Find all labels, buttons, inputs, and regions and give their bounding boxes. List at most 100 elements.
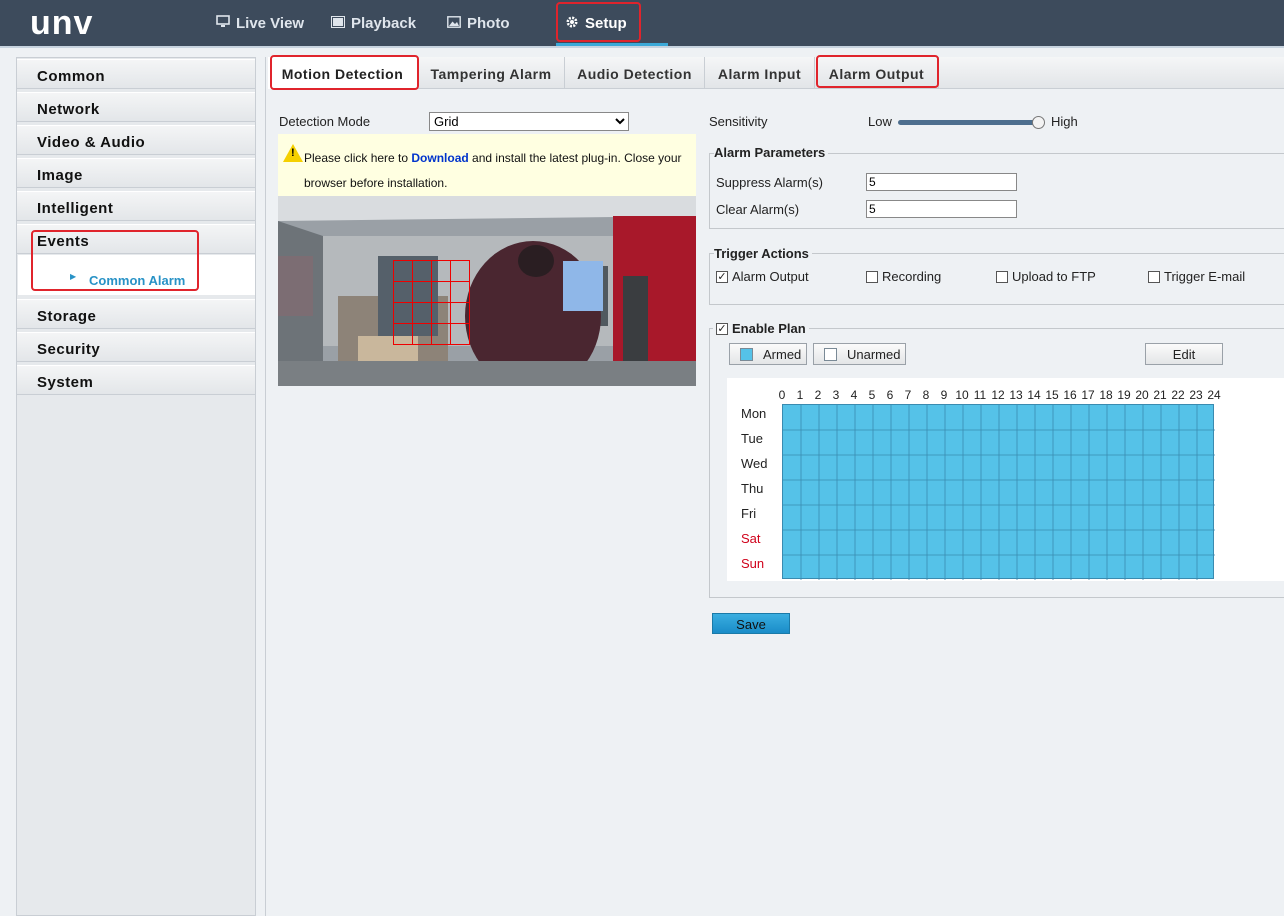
schedule-hour-label: 19 (1117, 388, 1131, 402)
unarmed-label: Unarmed (847, 347, 901, 362)
trigger-email-checkbox[interactable] (1148, 271, 1160, 283)
detection-mode-select[interactable]: Grid (429, 112, 629, 131)
schedule-hour-label: 10 (955, 388, 969, 402)
highlight-motion-detection (270, 55, 419, 90)
sidebar-item-system[interactable]: System (17, 365, 255, 395)
armed-swatch (740, 348, 753, 361)
monitor-icon (216, 15, 230, 31)
plugin-notice: ! Please click here to Download and inst… (278, 134, 696, 196)
schedule-hour-label: 2 (814, 388, 822, 402)
recording-label: Recording (882, 269, 942, 284)
sidebar-item-video-audio[interactable]: Video & Audio (17, 125, 255, 155)
unarmed-button[interactable]: Unarmed (813, 343, 906, 365)
motion-grid-cell[interactable] (412, 260, 432, 282)
motion-grid-cell[interactable] (431, 302, 451, 324)
nav-photo-label: Photo (467, 14, 510, 32)
upload-ftp-checkbox[interactable] (996, 271, 1008, 283)
download-link[interactable]: Download (411, 151, 468, 165)
schedule-day-label: Tue (741, 431, 763, 446)
motion-grid-cell[interactable] (393, 302, 413, 324)
highlight-alarm-output (816, 55, 939, 88)
schedule-hour-label: 11 (973, 388, 987, 402)
sensitivity-high-label: High (1051, 114, 1078, 129)
clear-alarm-input[interactable] (866, 200, 1017, 218)
schedule-hour-label: 16 (1063, 388, 1077, 402)
motion-grid-cell[interactable] (450, 260, 470, 282)
schedule-hour-label: 21 (1153, 388, 1167, 402)
schedule-hour-label: 14 (1027, 388, 1041, 402)
nav-playback-label: Playback (351, 14, 417, 32)
upload-ftp-label: Upload to FTP (1012, 269, 1096, 284)
video-preview[interactable] (278, 196, 696, 386)
motion-grid-cell[interactable] (412, 302, 432, 324)
motion-grid-cell[interactable] (450, 302, 470, 324)
armed-label: Armed (763, 347, 802, 362)
tab-alarm-input[interactable]: Alarm Input (705, 57, 815, 89)
image-icon (447, 15, 461, 31)
alarm-output-checkbox[interactable]: ✓ (716, 271, 728, 283)
suppress-alarm-input[interactable] (866, 173, 1017, 191)
nav-live-view[interactable]: Live View (216, 0, 304, 46)
trigger-email-label: Trigger E-mail (1164, 269, 1246, 284)
sidebar-item-image[interactable]: Image (17, 158, 255, 188)
motion-grid-cell[interactable] (450, 281, 470, 303)
schedule-hour-label: 6 (886, 388, 894, 402)
sidebar-item-storage[interactable]: Storage (17, 299, 255, 329)
trigger-actions-title: Trigger Actions (714, 246, 812, 261)
detection-mode-label: Detection Mode (279, 114, 371, 129)
content-divider (265, 57, 266, 916)
schedule-grid[interactable] (782, 404, 1215, 580)
highlight-setup (556, 2, 641, 42)
schedule-day-label: Fri (741, 506, 757, 521)
motion-grid-cell[interactable] (393, 281, 413, 303)
schedule-hour-label: 4 (850, 388, 858, 402)
nav-photo[interactable]: Photo (447, 0, 510, 46)
motion-grid-cell[interactable] (431, 260, 451, 282)
motion-grid-cell[interactable] (393, 323, 413, 345)
tab-audio-detection[interactable]: Audio Detection (565, 57, 705, 89)
video-frame (278, 196, 696, 386)
enable-plan-checkbox[interactable]: ✓ (716, 323, 728, 335)
save-button[interactable]: Save (712, 613, 790, 634)
motion-grid-cell[interactable] (412, 281, 432, 303)
sensitivity-slider-track[interactable] (898, 120, 1042, 125)
schedule-hour-label: 7 (904, 388, 912, 402)
sensitivity-label: Sensitivity (709, 114, 768, 129)
sidebar-item-security[interactable]: Security (17, 332, 255, 362)
suppress-alarm-label: Suppress Alarm(s) (716, 175, 823, 190)
motion-grid-cell[interactable] (393, 260, 413, 282)
motion-grid-cell[interactable] (431, 281, 451, 303)
schedule-hour-label: 15 (1045, 388, 1059, 402)
nav-playback[interactable]: Playback (331, 0, 416, 46)
sensitivity-low-label: Low (868, 114, 892, 129)
motion-grid-cell[interactable] (412, 323, 432, 345)
schedule-hour-label: 17 (1081, 388, 1095, 402)
schedule-hour-label: 24 (1207, 388, 1221, 402)
sidebar: Common Network Video & Audio Image Intel… (16, 57, 256, 916)
sidebar-item-intelligent[interactable]: Intelligent (17, 191, 255, 221)
schedule-day-label: Sun (741, 556, 765, 571)
alarm-parameters-title: Alarm Parameters (714, 145, 829, 160)
tab-tampering-alarm[interactable]: Tampering Alarm (418, 57, 565, 89)
schedule-hour-label: 5 (868, 388, 876, 402)
schedule-hour-label: 20 (1135, 388, 1149, 402)
nav-live-view-label: Live View (236, 14, 305, 32)
header-divider (0, 46, 1284, 48)
schedule-hour-label: 8 (922, 388, 930, 402)
edit-button[interactable]: Edit (1145, 343, 1223, 365)
armed-button[interactable]: Armed (729, 343, 807, 365)
motion-grid-cell[interactable] (431, 323, 451, 345)
tab-bar: Motion Detection Tampering Alarm Audio D… (268, 57, 1284, 89)
alarm-output-label: Alarm Output (732, 269, 809, 284)
sidebar-item-common[interactable]: Common (17, 59, 255, 89)
schedule-day-label: Mon (741, 406, 767, 421)
film-icon (331, 15, 345, 31)
schedule-hour-label: 13 (1009, 388, 1023, 402)
schedule-day-label: Thu (741, 481, 764, 496)
sensitivity-slider-handle[interactable] (1032, 116, 1045, 129)
recording-checkbox[interactable] (866, 271, 878, 283)
plugin-text: Please click here to Download and instal… (304, 146, 694, 196)
motion-grid-cell[interactable] (450, 323, 470, 345)
top-bar: unv Live View Playback Photo Setup (0, 0, 1284, 46)
sidebar-item-network[interactable]: Network (17, 92, 255, 122)
